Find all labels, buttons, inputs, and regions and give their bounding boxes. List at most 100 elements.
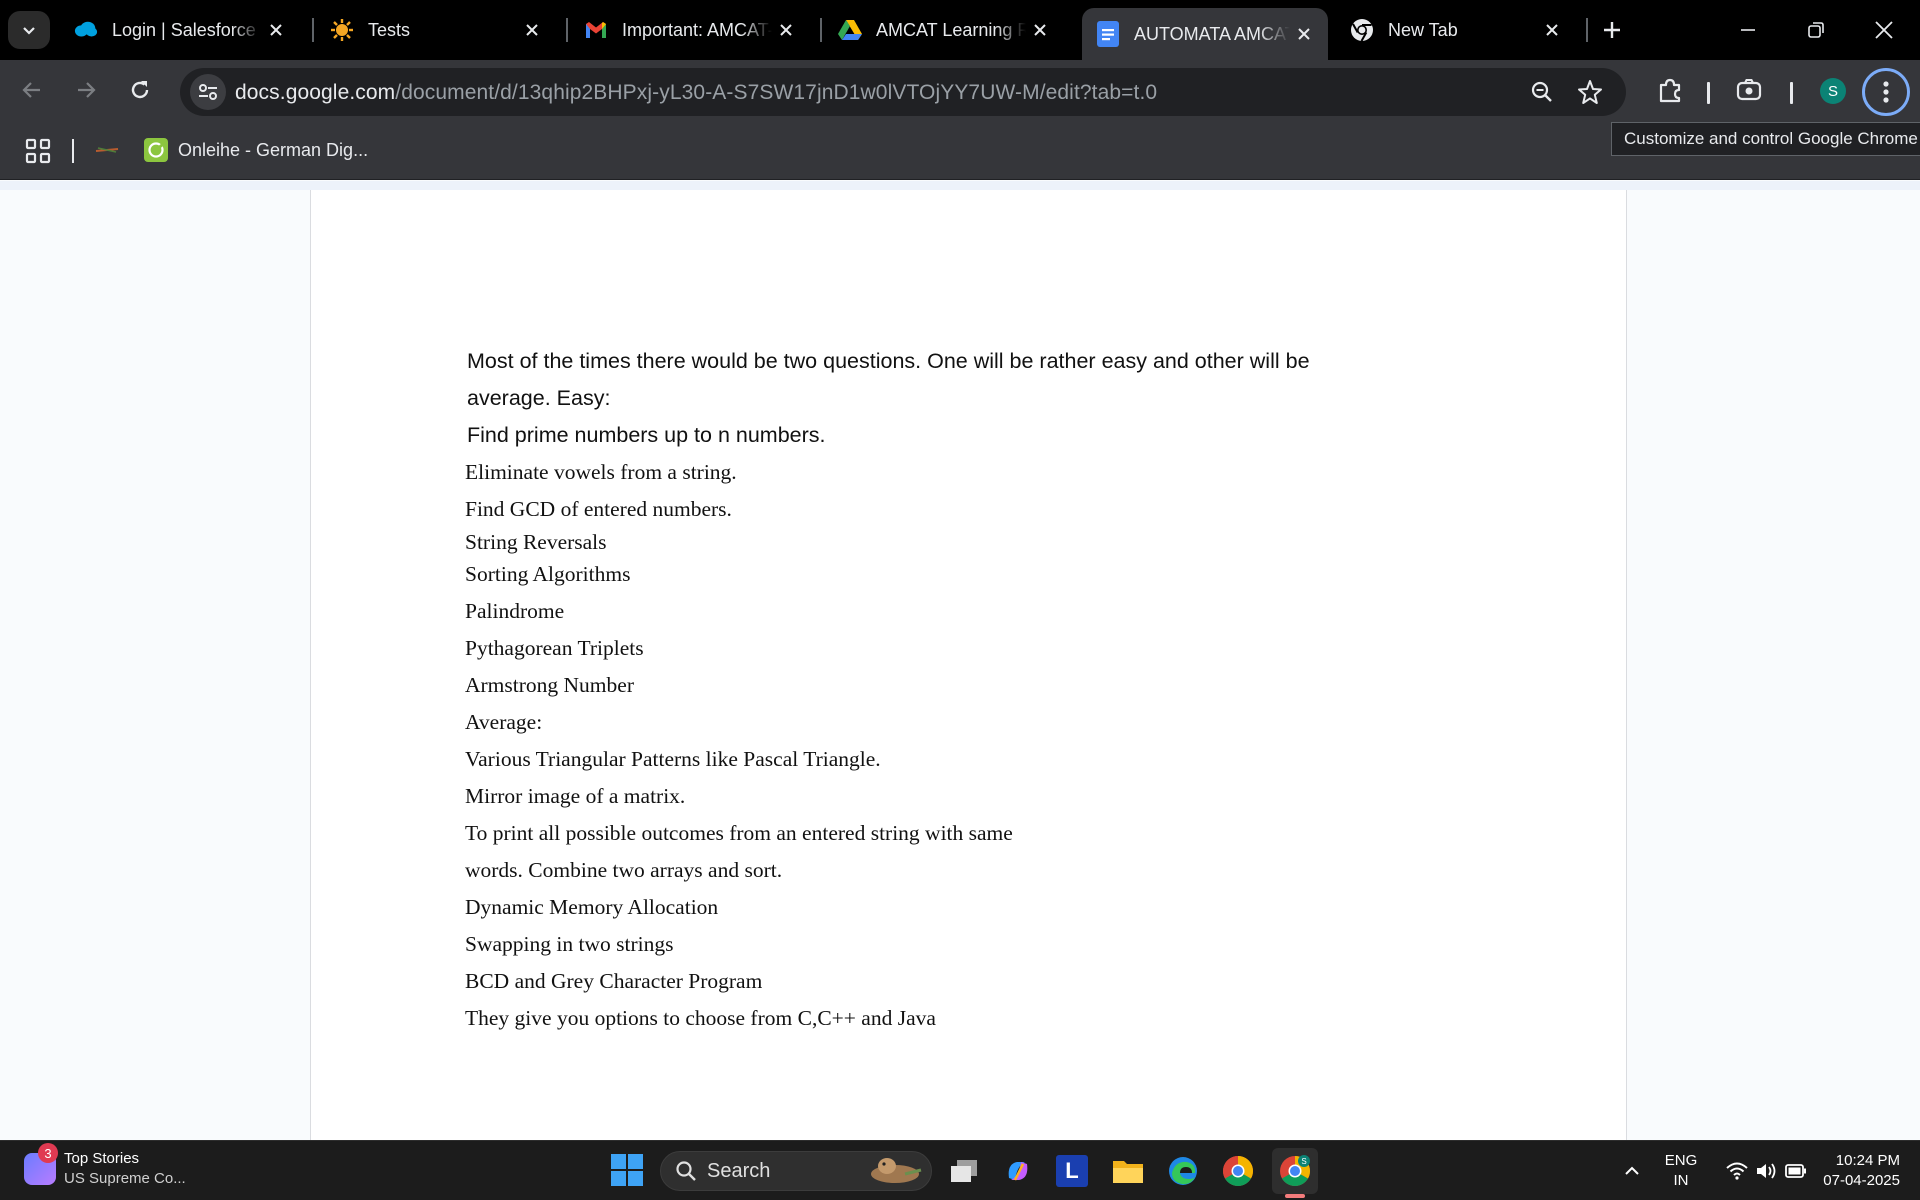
doc-paragraph[interactable]: Armstrong Number: [465, 667, 1407, 704]
doc-paragraph[interactable]: They give you options to choose from C,C…: [465, 1000, 1407, 1037]
news-widget[interactable]: 3 Top Stories US Supreme Co...: [24, 1143, 186, 1189]
tab-title: AUTOMATA AMCAT: [1134, 23, 1290, 44]
doc-paragraph[interactable]: Various Triangular Patterns like Pascal …: [465, 741, 1407, 778]
minimize-button[interactable]: [1714, 0, 1782, 60]
chevron-up-icon: [1625, 1166, 1639, 1175]
onleihe-icon: [144, 138, 168, 162]
bookmark-separator: [72, 139, 74, 163]
taskbar-search[interactable]: Search: [660, 1151, 932, 1191]
file-explorer-icon[interactable]: [1108, 1151, 1148, 1191]
close-icon[interactable]: [772, 16, 800, 44]
bookmark-star-button[interactable]: [1572, 74, 1608, 110]
doc-paragraph[interactable]: String Reversals: [465, 528, 1407, 556]
chrome-profile-icon[interactable]: S: [1272, 1148, 1318, 1198]
close-icon[interactable]: [262, 16, 290, 44]
close-icon[interactable]: [1026, 16, 1054, 44]
close-icon[interactable]: [1290, 20, 1318, 48]
bookmark-favicon-icon: [94, 140, 120, 161]
active-app-indicator: [1285, 1194, 1305, 1198]
tab-new-tab[interactable]: New Tab: [1336, 8, 1576, 52]
puzzle-icon: [1659, 78, 1681, 103]
sun-icon: [330, 18, 354, 42]
start-button[interactable]: [610, 1153, 644, 1187]
profile-avatar[interactable]: S: [1820, 78, 1846, 104]
tab-separator: [312, 18, 314, 42]
tab-separator: [820, 18, 822, 42]
close-icon[interactable]: [1538, 16, 1566, 44]
l-app-icon[interactable]: L: [1052, 1151, 1092, 1191]
news-subtitle: US Supreme Co...: [64, 1170, 186, 1187]
site-info-button[interactable]: [190, 74, 226, 110]
doc-paragraph[interactable]: Palindrome: [465, 593, 1407, 630]
close-window-button[interactable]: [1850, 0, 1918, 60]
doc-paragraph[interactable]: Swapping in two strings: [465, 926, 1407, 963]
tab-title: Login | Salesforce: [112, 19, 256, 40]
doc-paragraph[interactable]: Find prime numbers up to n numbers.: [467, 417, 1407, 454]
apps-grid-icon[interactable]: [24, 137, 52, 165]
doc-paragraph[interactable]: Find GCD of entered numbers.: [465, 491, 1407, 528]
toolbar-divider: [1790, 82, 1793, 104]
restore-button[interactable]: [1782, 0, 1850, 60]
star-icon: [1578, 80, 1602, 104]
tab-search-button[interactable]: [8, 11, 50, 49]
tab-gmail[interactable]: Important: AMCAT-2: [570, 8, 810, 52]
tab-title: Important: AMCAT-2: [622, 19, 772, 40]
doc-paragraph[interactable]: Dynamic Memory Allocation: [465, 889, 1407, 926]
url-text[interactable]: docs.google.com/document/d/13qhip2BHPxj-…: [235, 81, 1157, 105]
chrome-icon[interactable]: [1218, 1151, 1258, 1191]
tab-salesforce[interactable]: Login | Salesforce: [60, 8, 300, 52]
language-code: ENG: [1664, 1152, 1698, 1169]
notification-badge: 3: [38, 1143, 58, 1163]
chrome-menu-button[interactable]: [1862, 68, 1910, 116]
doc-paragraph[interactable]: Sorting Algorithms: [465, 556, 1407, 593]
zoom-button[interactable]: [1524, 74, 1560, 110]
doc-paragraph[interactable]: BCD and Grey Character Program: [465, 963, 1407, 1000]
doc-paragraph[interactable]: words. Combine two arrays and sort.: [465, 852, 1407, 889]
toolbar-divider: [1707, 82, 1710, 104]
docs-toolbar-edge: [0, 181, 1920, 190]
extensions-button[interactable]: [1650, 70, 1690, 110]
doc-paragraph[interactable]: Mirror image of a matrix.: [465, 778, 1407, 815]
doc-paragraph[interactable]: Pythagorean Triplets: [465, 630, 1407, 667]
gmail-icon: [584, 18, 608, 42]
clock-time: 10:24 PM: [1835, 1152, 1900, 1169]
back-button[interactable]: [12, 70, 52, 110]
doc-paragraph[interactable]: Average:: [465, 704, 1407, 741]
new-tab-button[interactable]: [1594, 12, 1630, 48]
zoom-out-icon: [1531, 81, 1552, 102]
show-hidden-icons-button[interactable]: [1612, 1151, 1652, 1191]
minimize-icon: [1741, 29, 1755, 31]
bookmark-item-onleihe[interactable]: Onleihe - German Dig...: [144, 134, 368, 166]
address-bar[interactable]: docs.google.com/document/d/13qhip2BHPxj-…: [180, 68, 1626, 116]
edge-icon[interactable]: [1163, 1151, 1203, 1191]
tab-google-drive[interactable]: AMCAT Learning Res: [824, 8, 1064, 52]
chrome-icon: [1350, 18, 1374, 42]
clock-date: 07-04-2025: [1823, 1172, 1900, 1189]
forward-button[interactable]: [66, 70, 106, 110]
lens-camera-icon: [1736, 79, 1762, 101]
tab-title: Tests: [368, 19, 411, 40]
url-host: docs.google.com: [235, 81, 396, 104]
tune-icon: [199, 84, 217, 100]
document-page[interactable]: Most of the times there would be two que…: [310, 190, 1627, 1140]
system-clock[interactable]: 10:24 PM 07-04-2025: [1800, 1151, 1900, 1191]
tooltip: Customize and control Google Chrome: [1611, 122, 1920, 156]
bookmark-item-favicon[interactable]: [94, 134, 120, 166]
volume-icon: [1757, 1163, 1776, 1179]
doc-paragraph[interactable]: Most of the times there would be two que…: [467, 343, 1407, 380]
task-view-icon[interactable]: [944, 1151, 984, 1191]
google-docs-icon: [1096, 21, 1120, 47]
reload-button[interactable]: [120, 70, 160, 110]
tab-google-docs[interactable]: AUTOMATA AMCAT: [1082, 8, 1328, 60]
copilot-icon[interactable]: [998, 1151, 1038, 1191]
doc-paragraph[interactable]: Eliminate vowels from a string.: [465, 454, 1407, 491]
tab-tests[interactable]: Tests: [316, 8, 556, 52]
language-indicator[interactable]: ENG IN: [1658, 1151, 1704, 1191]
doc-paragraph[interactable]: average. Easy:: [467, 380, 1407, 417]
google-lens-button[interactable]: [1729, 70, 1769, 110]
region-code: IN: [1673, 1172, 1689, 1189]
doc-paragraph[interactable]: To print all possible outcomes from an e…: [465, 815, 1407, 852]
document-canvas: Most of the times there would be two que…: [0, 181, 1920, 1140]
close-icon[interactable]: [518, 16, 546, 44]
document-body[interactable]: Most of the times there would be two que…: [465, 343, 1407, 1037]
